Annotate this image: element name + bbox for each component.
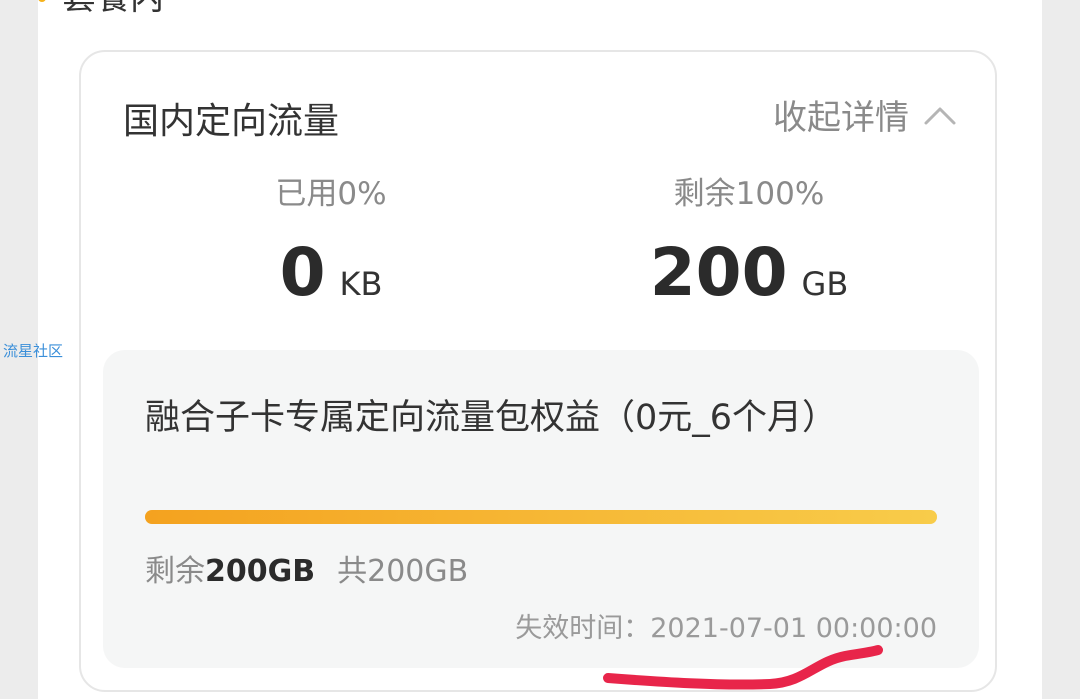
used-stat: 已用0% 0 KB xyxy=(181,172,481,311)
package-amounts: 剩余200GB 共200GB xyxy=(145,546,468,590)
used-value-row: 0 KB xyxy=(181,234,481,311)
package-panel: 融合子卡专属定向流量包权益（0元_6个月） 剩余200GB 共200GB 失效时间… xyxy=(103,350,979,668)
package-remaining-value: 200GB xyxy=(205,554,316,589)
watermark: 流星社区 xyxy=(3,342,64,360)
traffic-card: 国内定向流量 收起详情 已用0% 0 KB 剩余100% 200 GB 融合子卡专属… xyxy=(79,50,997,692)
red-annotation-stroke xyxy=(603,645,883,690)
collapse-label: 收起详情 xyxy=(773,98,909,138)
section-dot xyxy=(38,0,46,2)
used-value: 0 xyxy=(279,234,326,311)
remaining-value: 200 xyxy=(649,234,788,311)
package-title: 融合子卡专属定向流量包权益（0元_6个月） xyxy=(145,398,838,438)
progress-fill xyxy=(145,510,937,524)
remaining-prefix: 剩余 xyxy=(145,554,205,589)
remaining-stat: 剩余100% 200 GB xyxy=(599,172,899,311)
section-header: 套餐内 xyxy=(38,0,164,18)
card-title: 国内定向流量 xyxy=(123,101,340,142)
used-unit: KB xyxy=(339,265,383,303)
remaining-label: 剩余100% xyxy=(673,176,825,212)
used-label: 已用0% xyxy=(275,176,387,212)
collapse-details-button[interactable]: 收起详情 xyxy=(773,90,957,139)
section-title: 套餐内 xyxy=(62,0,164,18)
package-total: 共200GB xyxy=(337,554,469,589)
remaining-unit: GB xyxy=(801,265,849,303)
progress-bar xyxy=(145,510,937,524)
chevron-up-icon xyxy=(923,104,957,126)
remaining-value-row: 200 GB xyxy=(599,234,899,311)
